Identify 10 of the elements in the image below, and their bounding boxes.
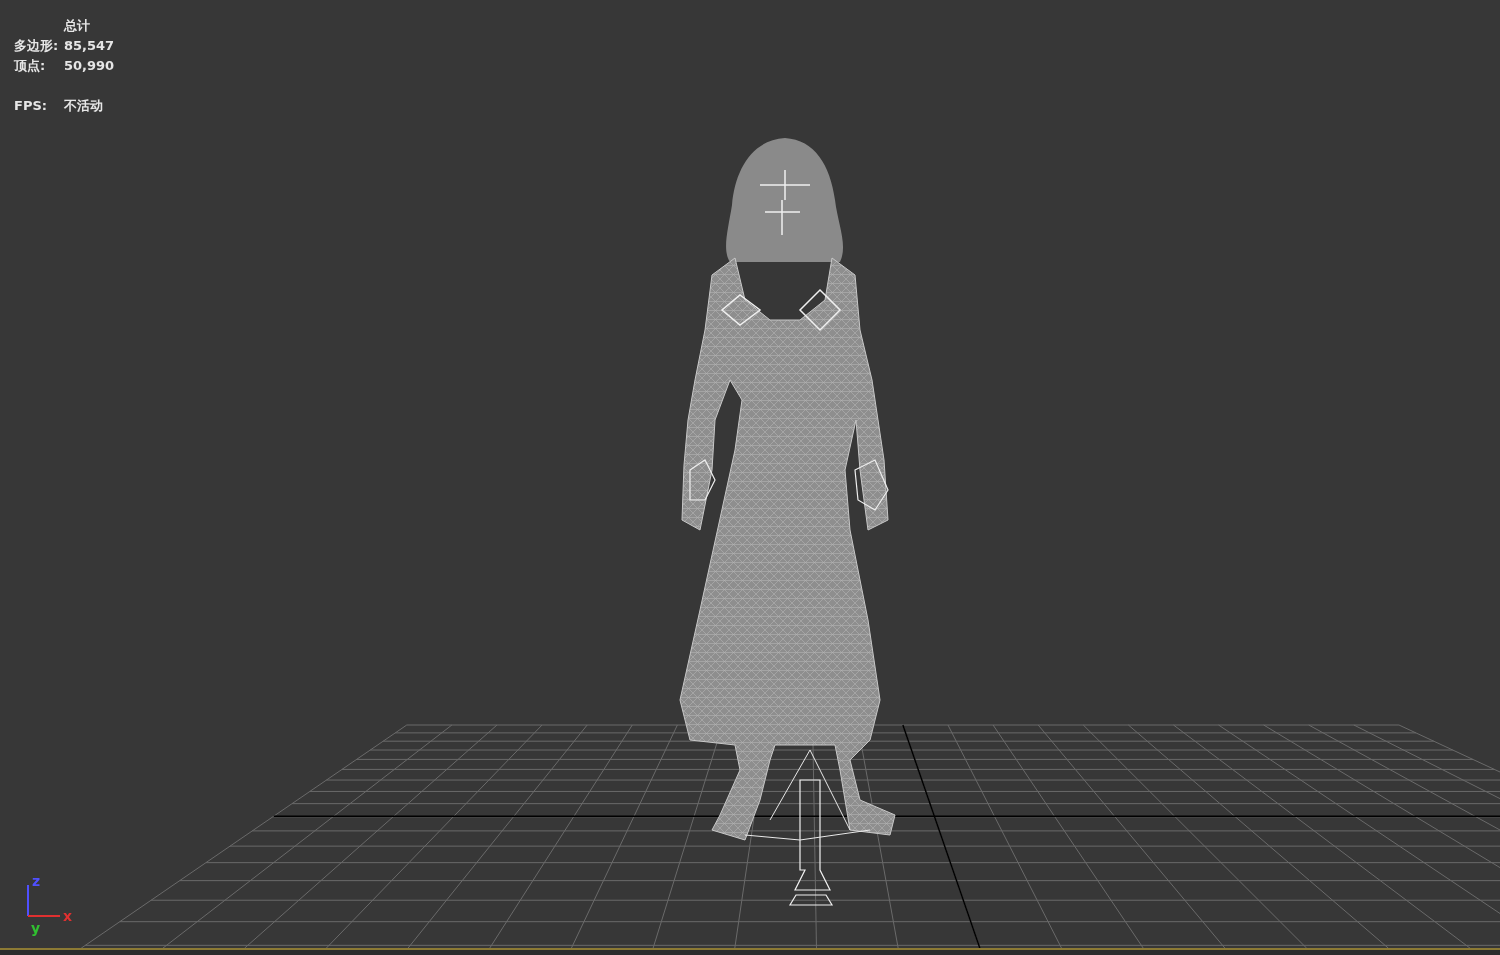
stats-value: 85,547 bbox=[64, 37, 115, 55]
stats-title: 总计 bbox=[64, 18, 90, 33]
fps-value: 不活动 bbox=[64, 97, 103, 115]
axis-label: y bbox=[31, 920, 41, 936]
fps-label: FPS: bbox=[14, 97, 48, 115]
stats-label: 顶点: bbox=[14, 57, 47, 75]
axis-label: x bbox=[63, 908, 73, 924]
stats-label: 多边形: bbox=[14, 37, 60, 55]
stats-value: 50,990 bbox=[64, 57, 115, 75]
axis-label: z bbox=[32, 873, 41, 889]
